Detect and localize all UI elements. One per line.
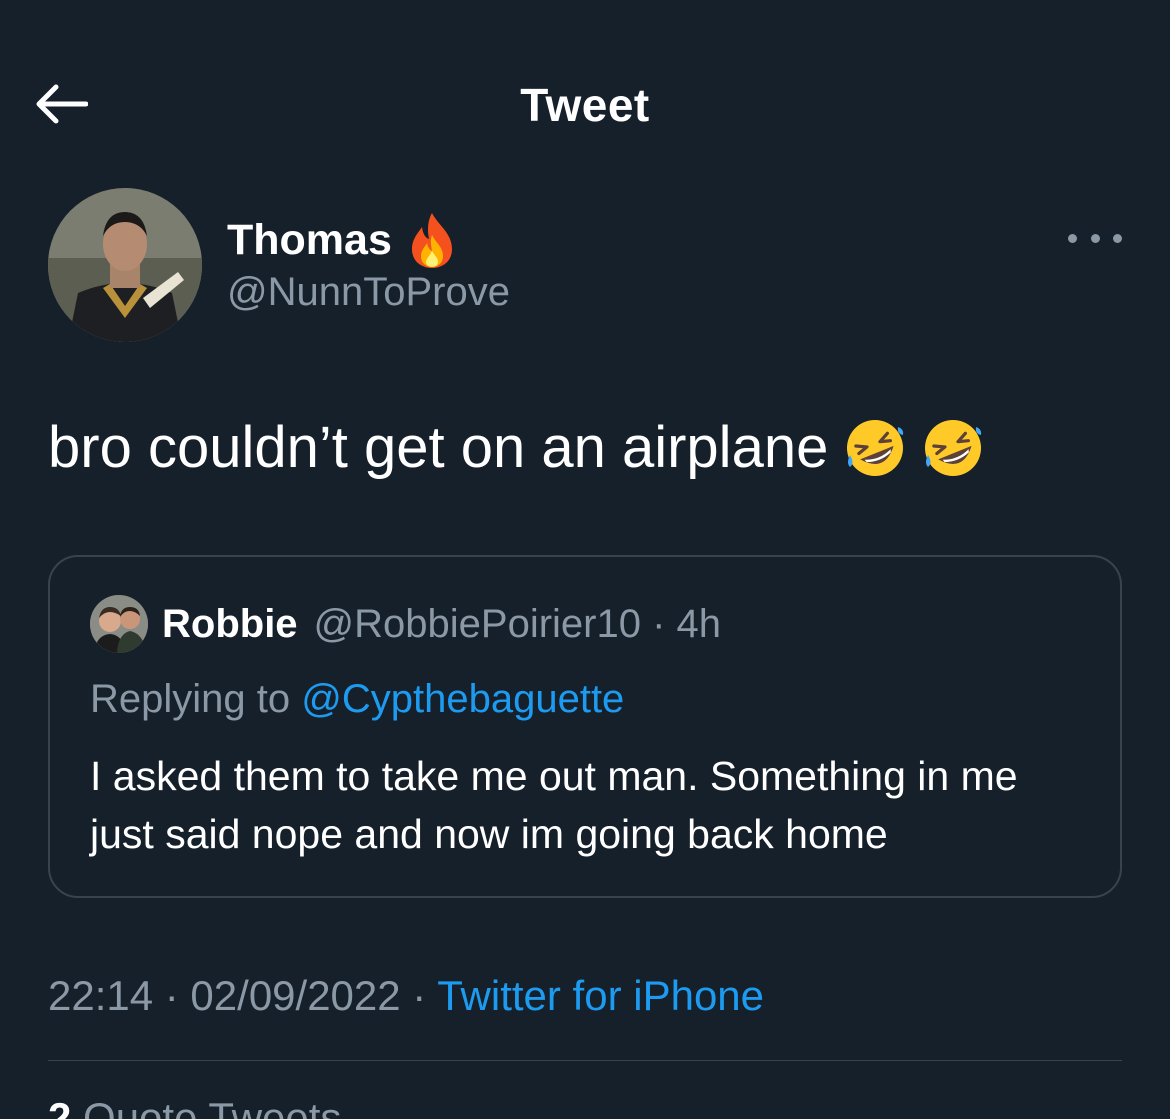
replying-to: Replying to @Cypthebaguette: [90, 677, 624, 722]
quote-tweets-label: Quote Tweets: [83, 1094, 342, 1119]
tweet-text-content: bro couldn’t get on an airplane: [48, 415, 829, 480]
quoted-author-name[interactable]: Robbie: [162, 602, 298, 647]
more-dot: [1113, 233, 1122, 243]
tweet-detail-screen: Tweet Thomas @NunnToProve bro couldn’t g…: [0, 0, 1170, 1119]
quoted-tweet-header: Robbie @RobbiePoirier10 · 4h: [90, 595, 721, 653]
quoted-author-avatar[interactable]: [90, 595, 148, 653]
replying-prefix: Replying to: [90, 677, 291, 721]
author-handle[interactable]: @NunnToProve: [227, 270, 510, 315]
quoted-tweet-card[interactable]: Robbie @RobbiePoirier10 · 4h Replying to…: [48, 555, 1122, 898]
quoted-tweet-text: I asked them to take me out man. Somethi…: [90, 753, 1018, 857]
rofl-emoji-icon: [844, 417, 906, 479]
tweet-source-link[interactable]: Twitter for iPhone: [437, 972, 764, 1019]
fire-icon: [408, 211, 456, 269]
author-avatar[interactable]: [48, 188, 202, 342]
replying-handle-link[interactable]: @Cypthebaguette: [301, 677, 624, 721]
tweet-timestamp: 22:14 · 02/09/2022 · Twitter for iPhone: [48, 972, 764, 1020]
more-options-button[interactable]: [1068, 224, 1122, 252]
page-title: Tweet: [520, 79, 650, 131]
more-dot: [1068, 233, 1077, 243]
quoted-author-meta: @RobbiePoirier10 · 4h: [313, 601, 722, 646]
more-dot: [1090, 233, 1100, 243]
quote-tweets-count: 2: [48, 1094, 72, 1119]
tweet-time-date: 22:14 · 02/09/2022 ·: [48, 972, 438, 1019]
tweet-text: bro couldn’t get on an airplane: [48, 412, 984, 484]
rofl-emoji-icon: [922, 417, 984, 479]
author-name[interactable]: Thomas: [227, 216, 392, 265]
author-name-row[interactable]: Thomas: [227, 210, 456, 270]
quote-tweets-stat[interactable]: 2 Quote Tweets: [48, 1094, 341, 1119]
divider: [48, 1060, 1122, 1061]
